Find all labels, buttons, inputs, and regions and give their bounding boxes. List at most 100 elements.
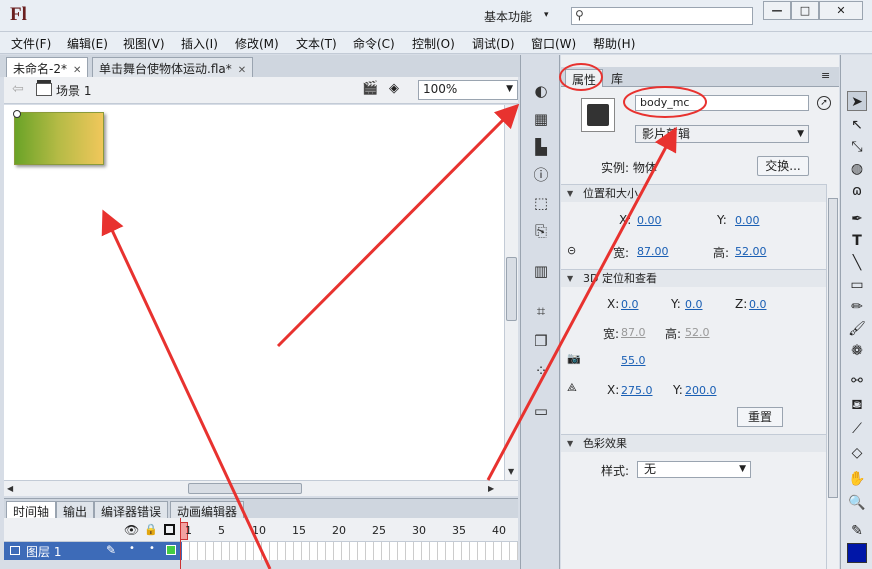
actions-icon[interactable]: ⌗ — [531, 301, 551, 321]
tab-timeline[interactable]: 时间轴 — [6, 501, 57, 519]
eyedropper-tool-icon[interactable]: ⟋ — [847, 419, 867, 439]
selection-tool-icon[interactable]: ➤ — [847, 91, 867, 111]
layer-row[interactable]: 图层 1 ✎ • • — [4, 542, 518, 560]
bone-tool-icon[interactable]: ⚯ — [847, 371, 867, 391]
free-transform-tool-icon[interactable]: ⤡ — [847, 137, 867, 157]
workspace-switcher[interactable]: 基本功能 — [484, 8, 532, 25]
scrollbar-thumb[interactable] — [506, 257, 517, 321]
tab-output[interactable]: 输出 — [56, 501, 95, 519]
eye-icon[interactable]: 👁 — [124, 523, 139, 537]
outline-icon[interactable] — [164, 524, 175, 535]
width-value[interactable]: 87.00 — [637, 245, 669, 258]
close-button[interactable]: ✕ — [819, 1, 863, 20]
stage-horizontal-scrollbar[interactable]: ◀ ▶ — [4, 480, 518, 496]
swatches-icon[interactable]: ▦ — [531, 109, 551, 129]
scene-panel-icon[interactable]: ▭ — [531, 401, 551, 421]
menu-debug[interactable]: 调试(D) — [472, 35, 515, 52]
layer-selection[interactable]: 图层 1 ✎ • • — [4, 542, 182, 560]
tab-motion-editor[interactable]: 动画编辑器 — [170, 501, 245, 519]
tab-properties[interactable]: 属性 — [565, 69, 604, 87]
lasso-tool-icon[interactable]: ɷ — [847, 181, 867, 201]
search-input[interactable]: ⚲ — [571, 7, 753, 25]
line-tool-icon[interactable]: ╲ — [847, 253, 867, 273]
info-icon[interactable]: ⓘ — [531, 165, 551, 185]
symbol-type-select[interactable]: 影片剪辑 ▼ — [635, 125, 809, 143]
lock-ratio-icon[interactable]: ⊝ — [567, 244, 576, 257]
subselection-tool-icon[interactable]: ↖ — [847, 115, 867, 135]
y3d-value[interactable]: 0.0 — [685, 298, 703, 311]
hand-tool-icon[interactable]: ✋ — [847, 469, 867, 489]
vanish-x-value[interactable]: 275.0 — [621, 384, 653, 397]
3d-rotation-tool-icon[interactable]: ◍ — [847, 159, 867, 179]
x3d-value[interactable]: 0.0 — [621, 298, 639, 311]
reset-button[interactable]: 重置 — [737, 407, 783, 427]
swap-button[interactable]: 交换... — [757, 156, 809, 176]
zoom-select[interactable]: 100% ▼ — [418, 80, 518, 100]
deco-tool-icon[interactable]: ❁ — [847, 341, 867, 361]
layer-name[interactable]: 图层 1 — [26, 543, 61, 560]
color-icon[interactable]: ◐ — [531, 81, 551, 101]
align-icon[interactable]: ▙ — [531, 137, 551, 157]
back-arrow-icon[interactable]: ⇦ — [12, 81, 24, 97]
height-value[interactable]: 52.00 — [735, 245, 767, 258]
transform-icon[interactable]: ⬚ — [531, 193, 551, 213]
menu-view[interactable]: 视图(V) — [123, 35, 165, 52]
motion-presets-icon[interactable]: ⁘ — [531, 361, 551, 381]
scroll-right-icon[interactable]: ▶ — [488, 484, 494, 493]
properties-scrollbar[interactable] — [826, 184, 839, 569]
menu-file[interactable]: 文件(F) — [11, 35, 51, 52]
edit-scene-icon[interactable]: 🎬 — [362, 81, 382, 99]
library-icon[interactable]: ▥ — [531, 261, 551, 281]
menu-edit[interactable]: 编辑(E) — [67, 35, 108, 52]
menu-control[interactable]: 控制(O) — [412, 35, 455, 52]
scrollbar-thumb[interactable] — [188, 483, 302, 494]
section-position-size[interactable]: 位置和大小 — [561, 184, 826, 202]
menu-window[interactable]: 窗口(W) — [531, 35, 576, 52]
zoom-tool-icon[interactable]: 🔍 — [847, 493, 867, 513]
scrollbar-thumb[interactable] — [828, 198, 838, 498]
color-style-select[interactable]: 无 ▼ — [637, 461, 751, 478]
scroll-left-icon[interactable]: ◀ — [7, 484, 13, 493]
brush-tool-icon[interactable]: 🖌 — [847, 319, 867, 339]
section-color-effect[interactable]: 色彩效果 — [561, 434, 826, 452]
menu-help[interactable]: 帮助(H) — [593, 35, 635, 52]
close-icon[interactable]: ✕ — [238, 65, 246, 76]
lock-icon[interactable]: 🔒 — [144, 523, 158, 536]
paint-bucket-tool-icon[interactable]: ⛾ — [847, 395, 867, 415]
chevron-down-icon[interactable]: ▾ — [544, 10, 549, 20]
pen-tool-icon[interactable]: ✒ — [847, 209, 867, 229]
pencil-tool-icon[interactable]: ✏ — [847, 297, 867, 317]
section-3d-position[interactable]: 3D 定位和查看 — [561, 269, 826, 287]
minimize-button[interactable]: — — [763, 1, 791, 20]
z3d-value[interactable]: 0.0 — [749, 298, 767, 311]
maximize-button[interactable]: □ — [791, 1, 819, 20]
menu-text[interactable]: 文本(T) — [296, 35, 337, 52]
stage-vertical-scrollbar[interactable]: ▲ ▼ — [504, 105, 518, 480]
eraser-tool-icon[interactable]: ◇ — [847, 443, 867, 463]
frame-strip[interactable] — [182, 542, 518, 560]
tab-fla-file[interactable]: 单击舞台使物体运动.fla* ✕ — [92, 57, 254, 77]
scroll-down-icon[interactable]: ▼ — [508, 467, 514, 476]
menu-modify[interactable]: 修改(M) — [235, 35, 279, 52]
y-value[interactable]: 0.00 — [735, 214, 760, 227]
edit-symbol-icon[interactable]: ◈ — [389, 81, 413, 99]
instance-name-field[interactable]: body_mc — [635, 95, 809, 111]
history-icon[interactable]: ⎘ — [531, 221, 551, 241]
link-icon[interactable]: ➚ — [817, 96, 831, 110]
perspective-value[interactable]: 55.0 — [621, 354, 646, 367]
movieclip-instance[interactable] — [14, 112, 104, 165]
menu-insert[interactable]: 插入(I) — [181, 35, 218, 52]
x-value[interactable]: 0.00 — [637, 214, 662, 227]
scroll-up-icon[interactable]: ▲ — [508, 107, 514, 116]
menu-commands[interactable]: 命令(C) — [353, 35, 395, 52]
tab-library[interactable]: 库 — [605, 69, 629, 87]
lock-dot-icon[interactable]: • — [149, 543, 155, 554]
components-icon[interactable]: ❒ — [531, 331, 551, 351]
tab-untitled-2[interactable]: 未命名-2* ✕ — [6, 57, 89, 77]
fill-color-swatch[interactable] — [847, 543, 867, 563]
stage[interactable] — [4, 105, 504, 480]
text-tool-icon[interactable]: T — [847, 231, 867, 251]
tab-compiler-errors[interactable]: 编译器错误 — [94, 501, 169, 519]
rectangle-tool-icon[interactable]: ▭ — [847, 275, 867, 295]
panel-menu-icon[interactable]: ≡ — [821, 69, 830, 82]
